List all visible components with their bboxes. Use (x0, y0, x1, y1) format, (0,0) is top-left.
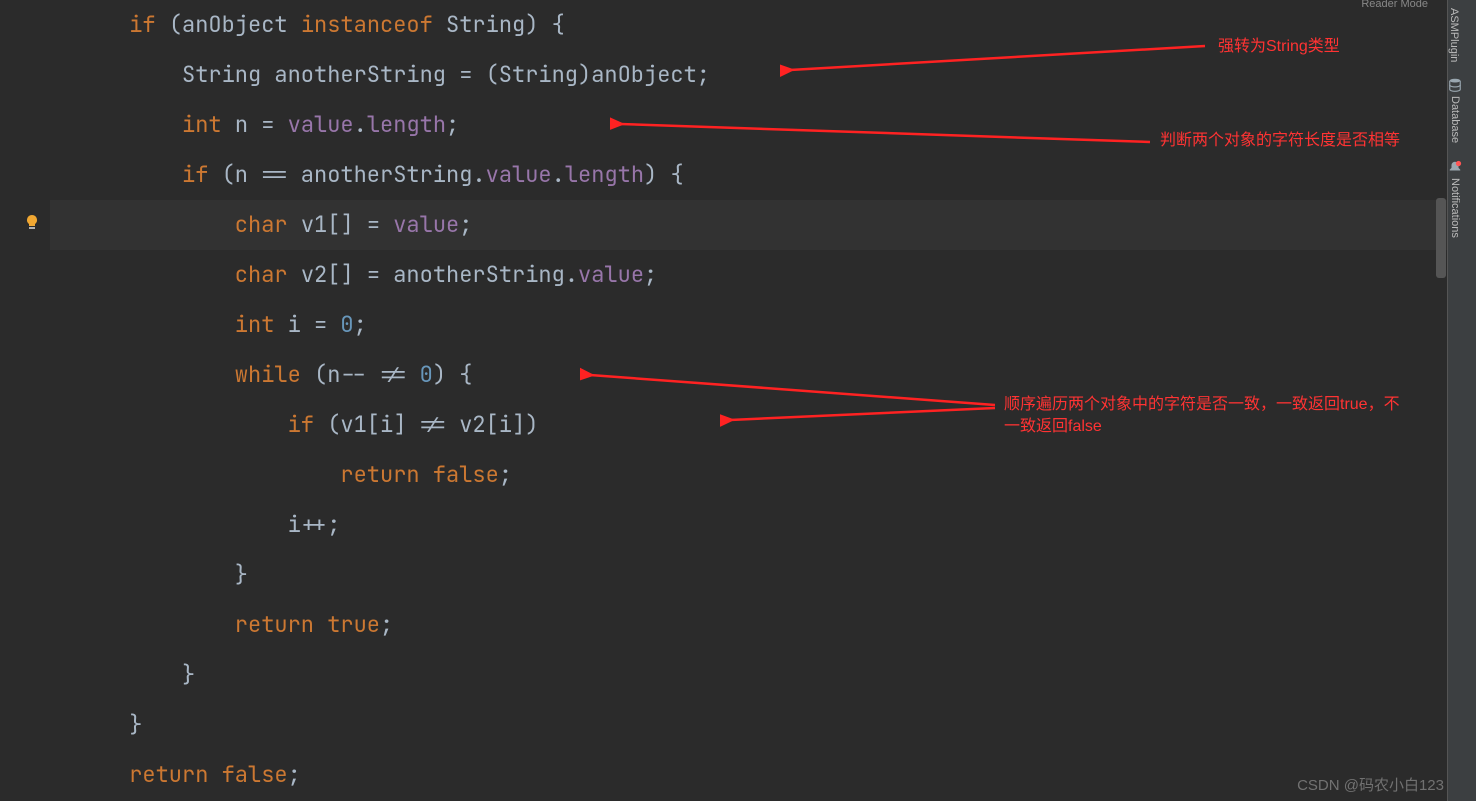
intention-bulb-icon[interactable] (24, 214, 40, 230)
code-line: int n = value.length; (50, 100, 1448, 150)
code-line: while (n-- != 0) { (50, 350, 1448, 400)
watermark: CSDN @码农小白123 (1297, 774, 1444, 795)
code-line: return false; (50, 450, 1448, 500)
code-line: } (50, 650, 1448, 700)
sidebar-tab-database[interactable]: Database (1448, 70, 1462, 151)
code-line: } (50, 700, 1448, 750)
code-line: int i = 0; (50, 300, 1448, 350)
tool-window-bar: ASMPlugin Database Notifications (1447, 0, 1476, 801)
sidebar-label: Notifications (1449, 178, 1461, 238)
scrollbar-thumb[interactable] (1436, 198, 1446, 278)
bell-icon (1448, 160, 1462, 174)
sidebar-label: Database (1449, 96, 1461, 143)
code-line: if (n == anotherString.value.length) { (50, 150, 1448, 200)
code-line: return true; (50, 600, 1448, 650)
code-line: String anotherString = (String)anObject; (50, 50, 1448, 100)
code-line: } (50, 550, 1448, 600)
code-editor[interactable]: if (anObject instanceof String) { String… (0, 0, 1448, 801)
code-area[interactable]: if (anObject instanceof String) { String… (50, 0, 1448, 801)
reader-mode-label[interactable]: Reader Mode (1361, 0, 1428, 10)
code-line: char v2[] = anotherString.value; (50, 250, 1448, 300)
sidebar-tab-asmplugin[interactable]: ASMPlugin (1448, 0, 1460, 70)
code-line: i++; (50, 500, 1448, 550)
code-line: if (v1[i] != v2[i]) (50, 400, 1448, 450)
code-line-highlighted: char v1[] = value; (50, 200, 1448, 250)
gutter (0, 0, 50, 801)
sidebar-label: ASMPlugin (1448, 8, 1460, 62)
code-line: return false; (50, 750, 1448, 800)
sidebar-tab-notifications[interactable]: Notifications (1448, 152, 1462, 246)
database-icon (1448, 78, 1462, 92)
code-line: if (anObject instanceof String) { (50, 0, 1448, 50)
